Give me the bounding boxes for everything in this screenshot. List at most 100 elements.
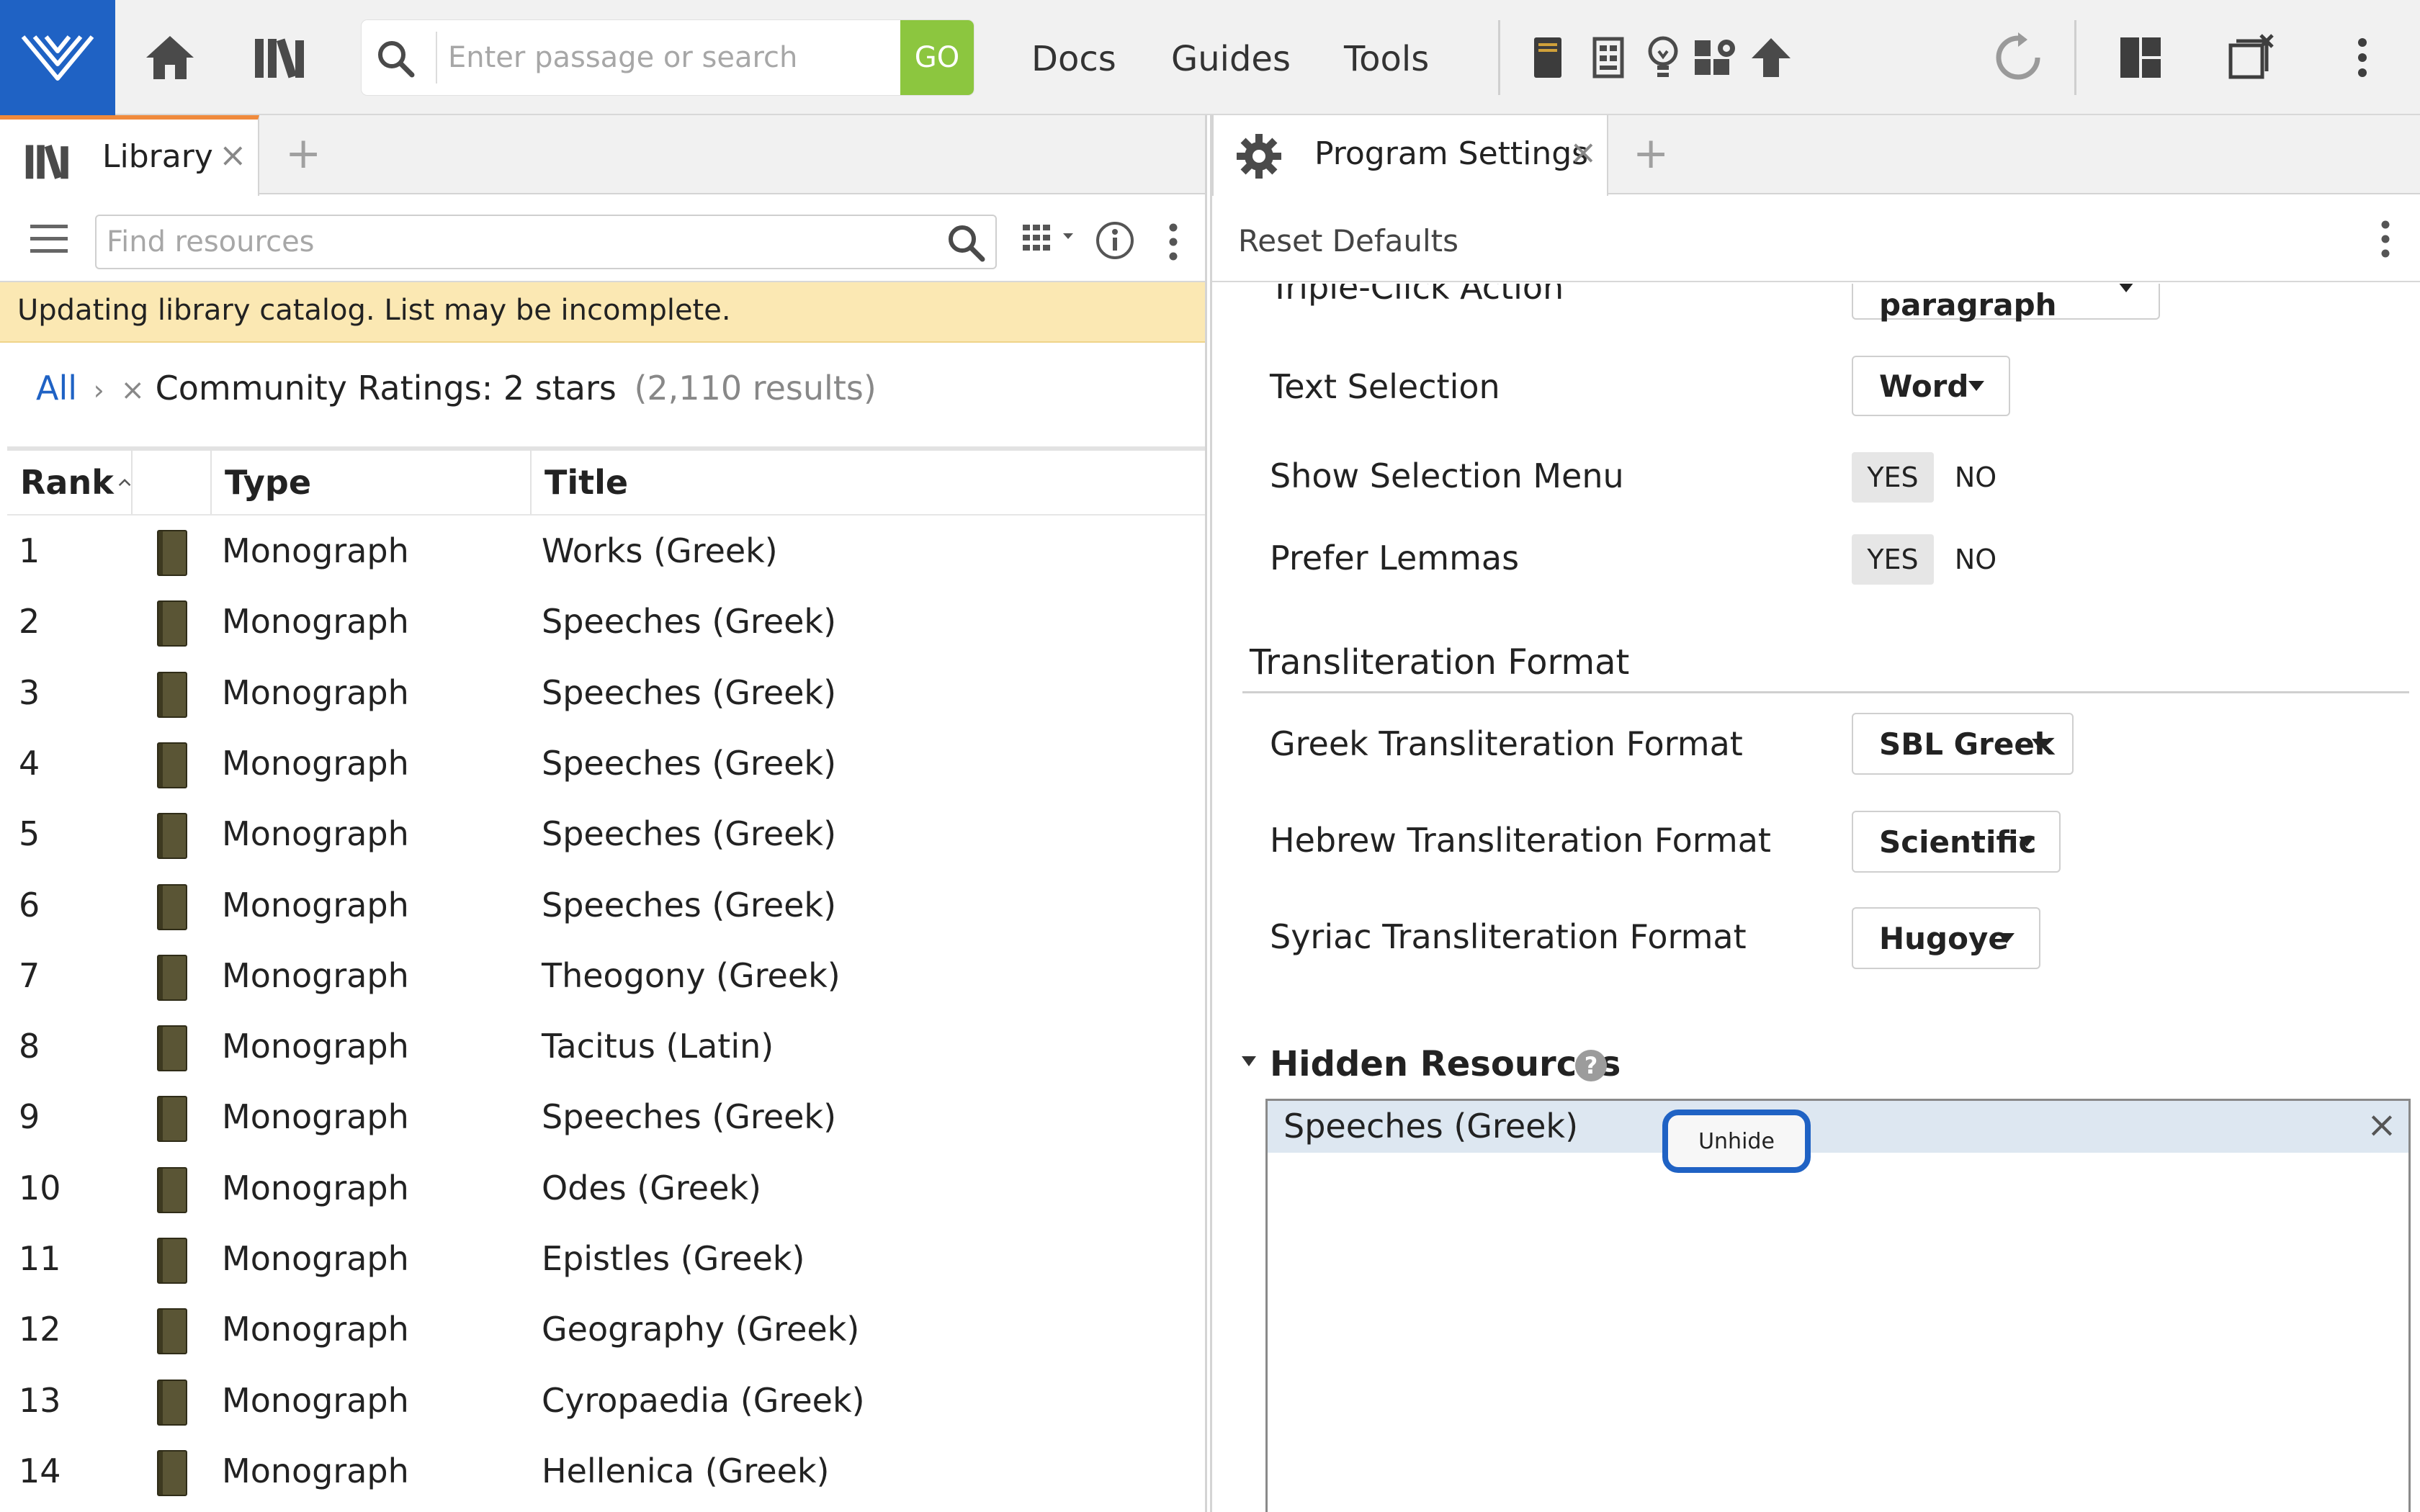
library-icon	[24, 143, 72, 180]
table-row[interactable]: 4 Monograph Speeches (Greek)	[7, 728, 1205, 798]
unhide-button[interactable]: Unhide	[1662, 1110, 1811, 1173]
toolbar-divider	[2074, 20, 2076, 95]
book-cover-icon	[157, 813, 187, 860]
rank-cell: 2	[19, 602, 40, 642]
rank-cell: 1	[19, 531, 40, 570]
triple-click-action-dropdown[interactable]: Select paragraph	[1852, 284, 2160, 323]
search-icon[interactable]	[376, 39, 415, 78]
more-menu-icon[interactable]	[1168, 223, 1178, 261]
table-row[interactable]: 6 Monograph Speeches (Greek)	[7, 870, 1205, 940]
book-cover-icon	[157, 1238, 187, 1284]
table-row[interactable]: 9 Monograph Speeches (Greek)	[7, 1081, 1205, 1152]
chevron-down-icon	[2032, 739, 2048, 749]
help-icon[interactable]: ?	[1575, 1050, 1607, 1081]
add-tab-button[interactable]: +	[1633, 128, 1669, 179]
column-header-title[interactable]: Title	[532, 451, 1205, 514]
home-icon[interactable]	[134, 22, 206, 94]
upload-arrow-icon[interactable]	[1746, 22, 1796, 94]
book-cover-icon	[157, 1025, 187, 1072]
prefer-lemmas-no[interactable]: NO	[1940, 534, 2012, 585]
book-icon[interactable]	[1523, 22, 1573, 94]
table-row[interactable]: 7 Monograph Theogony (Greek)	[7, 940, 1205, 1011]
setting-label-greek-transliteration: Greek Transliteration Format	[1270, 724, 1743, 763]
book-cover-icon	[157, 1166, 187, 1213]
tab-program-settings[interactable]: Program Settings ×	[1212, 115, 1608, 196]
hebrew-transliteration-dropdown[interactable]: Scientific	[1852, 811, 2061, 873]
chevron-down-icon	[2019, 837, 2035, 847]
title-cell: Speeches (Greek)	[542, 1097, 837, 1137]
section-title-hidden-resources: Hidden Resources	[1270, 1044, 1621, 1084]
layout-document-icon[interactable]	[1583, 22, 1634, 94]
text-selection-dropdown[interactable]: Word	[1852, 356, 2010, 416]
title-cell: Speeches (Greek)	[542, 672, 837, 712]
table-row[interactable]: 13 Monograph Cyropaedia (Greek)	[7, 1365, 1205, 1436]
remove-filter-icon[interactable]: ×	[120, 374, 145, 407]
table-row[interactable]: 10 Monograph Odes (Greek)	[7, 1153, 1205, 1223]
show-selection-menu-yes[interactable]: YES	[1852, 452, 1934, 503]
section-title-transliteration: Transliteration Format	[1250, 642, 1630, 683]
type-cell: Monograph	[222, 1027, 409, 1066]
library-icon[interactable]	[245, 22, 317, 94]
rank-cell: 5	[19, 814, 40, 854]
title-cell: Geography (Greek)	[542, 1310, 860, 1349]
close-tab-icon[interactable]: ×	[219, 135, 247, 174]
close-tab-icon[interactable]: ×	[1569, 132, 1597, 171]
type-cell: Monograph	[222, 1310, 409, 1349]
view-options-icon[interactable]	[1023, 223, 1082, 259]
passage-search-input[interactable]	[448, 32, 873, 84]
type-cell: Monograph	[222, 1168, 409, 1207]
title-cell: Odes (Greek)	[542, 1168, 761, 1207]
reset-defaults-button[interactable]: Reset Defaults	[1238, 223, 1458, 258]
go-button[interactable]: GO	[900, 20, 974, 95]
info-icon[interactable]	[1095, 220, 1135, 261]
table-row[interactable]: 12 Monograph Geography (Greek)	[7, 1294, 1205, 1364]
column-header-type[interactable]: Type	[212, 451, 532, 514]
more-menu-icon[interactable]	[2326, 22, 2398, 94]
find-resources-box	[95, 215, 997, 269]
table-row[interactable]: 11 Monograph Epistles (Greek)	[7, 1223, 1205, 1294]
title-cell: Tacitus (Latin)	[542, 1027, 774, 1066]
title-cell: Speeches (Greek)	[542, 885, 837, 924]
nav-tools[interactable]: Tools	[1344, 37, 1429, 81]
library-tabstrip: Library × +	[0, 115, 1205, 196]
setting-label-text-selection: Text Selection	[1270, 367, 1500, 406]
book-cover-icon	[157, 671, 187, 718]
column-header-rank[interactable]: Rank	[7, 451, 133, 514]
lightbulb-icon[interactable]	[1638, 22, 1688, 94]
remove-icon[interactable]: ×	[2367, 1104, 2397, 1146]
setting-label-syriac-transliteration: Syriac Transliteration Format	[1270, 917, 1747, 956]
table-row[interactable]: 5 Monograph Speeches (Greek)	[7, 798, 1205, 869]
table-row[interactable]: 14 Monograph Hellenica (Greek)	[7, 1436, 1205, 1506]
breadcrumb-all-link[interactable]: All	[36, 369, 77, 408]
column-header-cover[interactable]	[133, 451, 212, 514]
syriac-transliteration-dropdown[interactable]: Hugoye	[1852, 907, 2040, 969]
type-cell: Monograph	[222, 1451, 409, 1490]
find-resources-input[interactable]	[107, 222, 935, 262]
hamburger-menu-icon[interactable]	[30, 223, 68, 255]
greek-transliteration-dropdown[interactable]: SBL Greek	[1852, 713, 2074, 775]
nav-docs[interactable]: Docs	[1031, 37, 1116, 81]
add-tab-button[interactable]: +	[285, 128, 321, 179]
show-selection-menu-no[interactable]: NO	[1940, 452, 2012, 503]
collapse-triangle-icon[interactable]	[1241, 1056, 1257, 1067]
book-cover-icon	[157, 1096, 187, 1143]
prefer-lemmas-yes[interactable]: YES	[1852, 534, 1934, 585]
more-menu-icon[interactable]	[2380, 220, 2390, 258]
layouts-icon[interactable]	[2105, 22, 2177, 94]
table-row[interactable]: 8 Monograph Tacitus (Latin)	[7, 1011, 1205, 1081]
search-icon[interactable]	[946, 223, 985, 262]
hidden-resource-title: Speeches (Greek)	[1283, 1107, 1579, 1146]
nav-guides[interactable]: Guides	[1171, 37, 1291, 81]
tab-library[interactable]: Library ×	[0, 115, 259, 196]
setting-label-prefer-lemmas: Prefer Lemmas	[1270, 539, 1520, 577]
logos-logo-icon[interactable]	[0, 0, 115, 115]
table-row[interactable]: 3 Monograph Speeches (Greek)	[7, 657, 1205, 728]
table-row[interactable]: 2 Monograph Speeches (Greek)	[7, 586, 1205, 657]
breadcrumb-separator: ›	[93, 374, 104, 406]
close-all-panels-icon[interactable]	[2215, 22, 2287, 94]
sync-icon[interactable]	[1982, 22, 2054, 94]
add-ons-icon[interactable]	[1690, 22, 1744, 94]
section-divider	[1242, 691, 2409, 693]
table-row[interactable]: 1 Monograph Works (Greek)	[7, 516, 1205, 586]
list-item[interactable]: Speeches (Greek) Unhide ×	[1268, 1101, 2408, 1173]
